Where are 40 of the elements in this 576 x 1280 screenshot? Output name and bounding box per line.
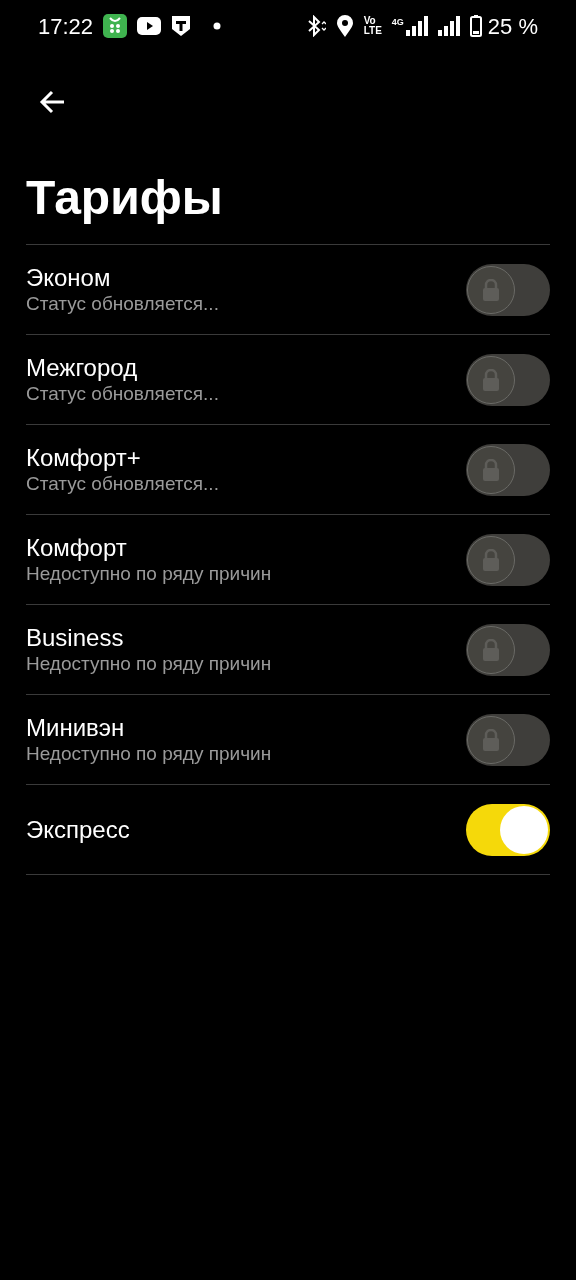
lock-icon: [482, 458, 500, 481]
tariff-status: Статус обновляется...: [26, 291, 219, 316]
status-time: 17:22: [38, 12, 94, 41]
shield-icon: [171, 15, 192, 37]
tariff-status: Недоступно по ряду причин: [26, 741, 272, 766]
toggle-switch[interactable]: [466, 533, 550, 586]
toggle-switch[interactable]: [466, 623, 550, 676]
battery-icon: [469, 15, 482, 37]
toggle-switch[interactable]: [466, 803, 550, 856]
battery-percent: 25 %: [487, 12, 538, 41]
lock-icon: [482, 368, 500, 391]
volte-label: Vo: [363, 16, 377, 26]
tariff-name: Комфорт+: [26, 443, 141, 472]
signal-icon: [405, 16, 428, 36]
lock-icon: [482, 278, 500, 301]
app-icon: [103, 14, 128, 38]
tariff-name: Экспресс: [26, 815, 130, 844]
dot-icon: [213, 22, 222, 30]
lock-icon: [482, 638, 500, 661]
lock-icon: [482, 728, 500, 751]
tariff-name: Комфорт: [26, 533, 127, 562]
tariff-status: Статус обновляется...: [26, 381, 219, 406]
tariff-name: Business: [26, 623, 124, 652]
toggle-switch[interactable]: [466, 353, 550, 406]
signal-icon: [437, 16, 460, 36]
tariff-status: Статус обновляется...: [26, 471, 219, 496]
lock-icon: [482, 548, 500, 571]
page-title: Тарифы: [25, 170, 224, 226]
video-play-icon: [137, 17, 162, 35]
tariff-status: Недоступно по ряду причин: [26, 561, 272, 586]
location-icon: [335, 15, 354, 37]
toggle-switch[interactable]: [466, 263, 550, 316]
toggle-switch[interactable]: [466, 713, 550, 766]
toggle-switch[interactable]: [466, 443, 550, 496]
tariff-status: Недоступно по ряду причин: [26, 651, 272, 676]
tariff-name: Межгород: [26, 353, 138, 382]
network-type: 4G: [391, 16, 404, 29]
lte-label: LTE: [363, 26, 382, 36]
tariff-name: Эконом: [26, 263, 111, 292]
tariff-name: Минивэн: [26, 713, 125, 742]
